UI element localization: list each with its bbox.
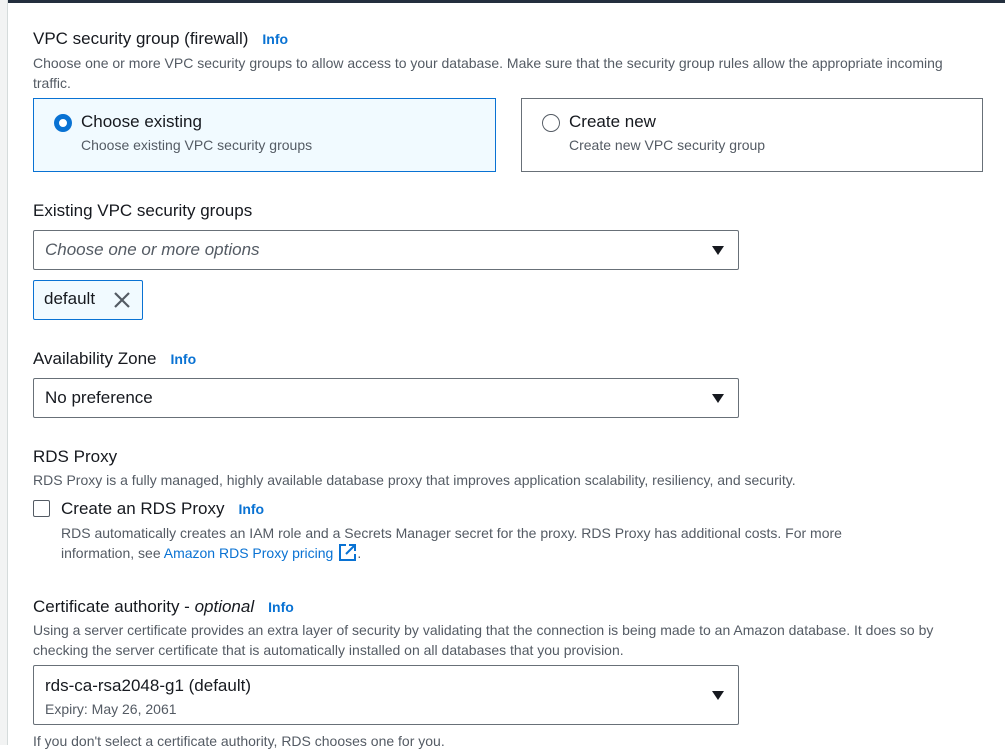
left-gutter [0, 0, 8, 745]
rds-proxy-detail-suffix: . [357, 545, 362, 561]
choose-existing-radio[interactable] [54, 114, 72, 132]
rds-proxy-description: RDS Proxy is a fully managed, highly ava… [33, 472, 796, 488]
availability-zone-heading: Availability Zone Info [33, 349, 196, 369]
create-rds-proxy-heading: Create an RDS Proxy Info [61, 499, 264, 519]
top-border [0, 0, 1005, 3]
external-link-icon[interactable] [338, 543, 357, 562]
caret-down-icon [712, 394, 724, 403]
certificate-description: Using a server certificate provides an e… [33, 622, 934, 658]
certificate-info-link[interactable]: Info [268, 599, 294, 615]
choose-existing-tile[interactable]: Choose existing Choose existing VPC secu… [33, 98, 496, 172]
choose-existing-subtitle: Choose existing VPC security groups [81, 137, 313, 153]
create-rds-proxy-checkbox[interactable] [33, 500, 50, 517]
token-label: default [44, 289, 96, 308]
token-default: default [33, 280, 143, 320]
vpc-security-group-heading: VPC security group (firewall) Info [33, 29, 288, 49]
caret-down-icon [712, 246, 724, 255]
create-new-title: Create new [569, 112, 656, 131]
create-rds-proxy-label[interactable]: Create an RDS Proxy [61, 499, 224, 518]
rds-proxy-pricing-link[interactable]: Amazon RDS Proxy pricing [164, 545, 334, 561]
certificate-authority-select[interactable]: rds-ca-rsa2048-g1 (default) Expiry: May … [33, 665, 739, 725]
rds-proxy-label: RDS Proxy [33, 447, 118, 466]
certificate-footer: If you don't select a certificate author… [33, 733, 445, 749]
create-new-radio[interactable] [542, 114, 560, 132]
availability-zone-label: Availability Zone [33, 349, 157, 368]
availability-zone-select[interactable]: No preference [33, 378, 739, 418]
create-new-tile[interactable]: Create new Create new VPC security group [521, 98, 983, 172]
close-icon[interactable] [113, 291, 131, 309]
vpc-security-group-label: VPC security group (firewall) [33, 29, 249, 48]
certificate-expiry: Expiry: May 26, 2061 [45, 701, 177, 717]
certificate-optional-label: optional [194, 597, 255, 616]
choose-existing-title: Choose existing [81, 112, 202, 131]
existing-groups-select[interactable]: Choose one or more options [33, 230, 739, 270]
availability-zone-info-link[interactable]: Info [170, 351, 196, 367]
rds-proxy-detail-line1: RDS automatically creates an IAM role an… [61, 525, 842, 541]
availability-zone-value: No preference [45, 388, 153, 407]
rds-proxy-info-link[interactable]: Info [238, 501, 264, 517]
create-new-subtitle: Create new VPC security group [569, 137, 766, 153]
vpc-description: Choose one or more VPC security groups t… [33, 55, 943, 91]
rds-proxy-detail: RDS automatically creates an IAM role an… [61, 523, 981, 563]
certificate-authority-label: Certificate authority - [33, 597, 195, 616]
certificate-authority-heading: Certificate authority - optional Info [33, 597, 294, 617]
vpc-info-link[interactable]: Info [262, 31, 288, 47]
existing-groups-placeholder: Choose one or more options [45, 240, 260, 259]
existing-groups-label: Existing VPC security groups [33, 201, 253, 220]
rds-proxy-detail-prefix: information, see [61, 545, 164, 561]
rds-proxy-detail-line2: information, see Amazon RDS Proxy pricin… [61, 543, 981, 563]
caret-down-icon [712, 691, 724, 700]
certificate-value: rds-ca-rsa2048-g1 (default) [45, 676, 251, 695]
